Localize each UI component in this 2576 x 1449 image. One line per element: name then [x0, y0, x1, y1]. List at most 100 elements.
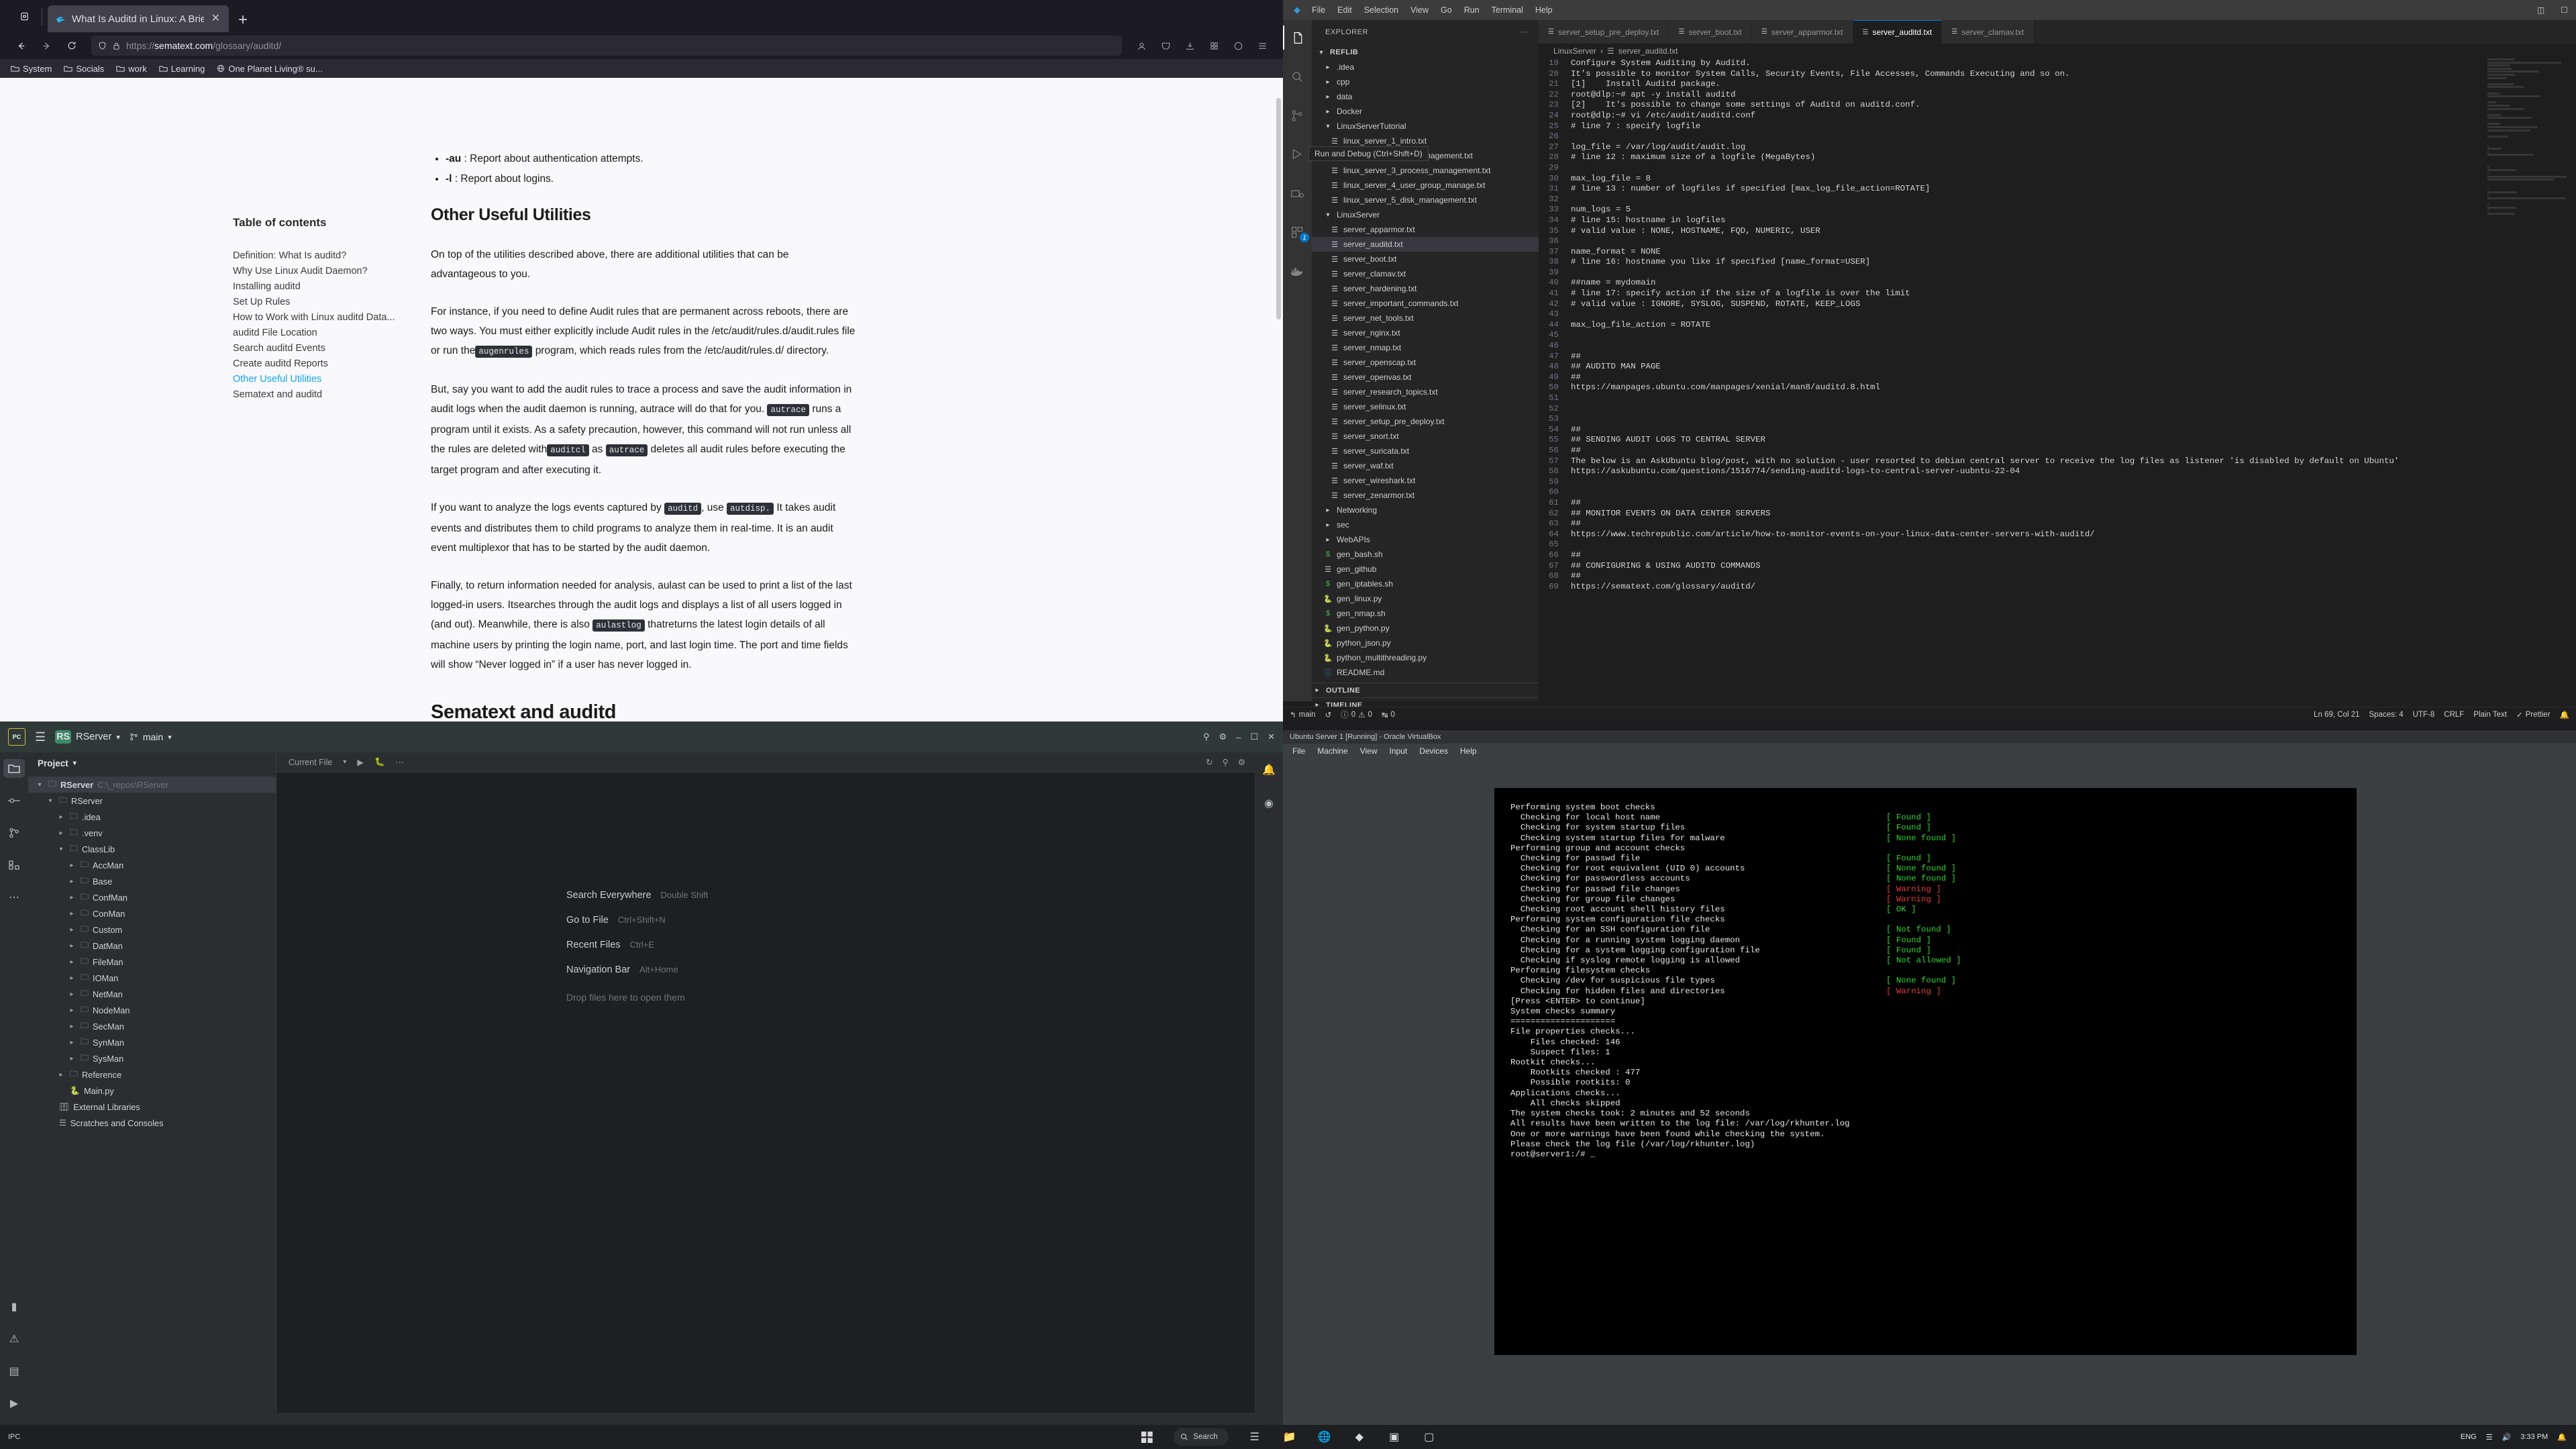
menu-view[interactable]: View [1404, 5, 1435, 15]
explorer-file-row[interactable]: ☰ server_selinux.txt [1312, 399, 1539, 414]
extensions-icon[interactable]: 1 [1283, 220, 1312, 244]
settings-icon[interactable]: ⚙ [1238, 757, 1245, 767]
docker-icon[interactable] [1283, 259, 1312, 283]
explorer-file-row[interactable]: ☰ linux_server_3_process_management.txt [1312, 163, 1539, 178]
bookmark-learning[interactable]: Learning [159, 64, 205, 74]
project-folder-row[interactable]: ▸ 🗀 FileMan [28, 954, 276, 970]
search-icon[interactable] [1283, 64, 1312, 89]
project-folder-row[interactable]: ▾ 🗀 RServer [28, 793, 276, 809]
editor-tab[interactable]: ☰ server_auditd.txt [1853, 20, 1943, 44]
menu-selection[interactable]: Selection [1358, 5, 1404, 15]
project-folder-row[interactable]: ▸ 🗀 SynMan [28, 1034, 276, 1050]
git-update-icon[interactable]: ↻ [1206, 757, 1213, 767]
branch-selector[interactable]: main ▾ [130, 732, 172, 742]
minimize-icon[interactable]: – [1236, 732, 1241, 742]
page-scrollbar[interactable] [1276, 78, 1282, 721]
explorer-file-row[interactable]: ☰ server_nmap.txt [1312, 340, 1539, 355]
explorer-file-row[interactable]: ☰ server_important_commands.txt [1312, 296, 1539, 311]
editor-scrollbar[interactable] [2567, 58, 2576, 687]
layout-icon[interactable]: ☐ [2553, 5, 2576, 15]
editor-tab[interactable]: ☰ server_boot.txt [1669, 20, 1752, 44]
search-everywhere-icon[interactable]: ⚲ [1223, 757, 1229, 767]
breadcrumb-file[interactable]: server_auditd.txt [1618, 46, 1678, 56]
vm-terminal-screen[interactable]: Performing system boot checks Checking f… [1494, 788, 2357, 1355]
pocket-icon[interactable] [1154, 36, 1177, 56]
new-tab-button[interactable]: + [229, 12, 257, 32]
code-line-text[interactable]: https://www.techrepublic.com/article/how… [1571, 530, 2095, 540]
explorer-file-row[interactable]: ☰ server_clamav.txt [1312, 266, 1539, 281]
menu-icon[interactable] [1251, 36, 1274, 56]
search-icon[interactable]: ⚲ [1203, 732, 1210, 742]
explorer-file-row[interactable]: ☰ server_snort.txt [1312, 429, 1539, 444]
project-folder-row[interactable]: ▸ 🗀 NetMan [28, 986, 276, 1002]
browser-tab-active[interactable]: What Is Auditd in Linux: A Brief ✕ [48, 5, 229, 32]
source-control-icon[interactable] [1283, 103, 1312, 128]
explorer-folder-row[interactable]: ▾ LinuxServer [1312, 207, 1539, 222]
explorer-file-row[interactable]: ☰ server_net_tools.txt [1312, 311, 1539, 326]
pycharm-taskbar-icon[interactable]: ▣ [1386, 1428, 1403, 1446]
explorer-folder-row[interactable]: ▸ sec [1312, 517, 1539, 532]
editor-tab[interactable]: ☰ server_apparmor.txt [1751, 20, 1853, 44]
explorer-file-row[interactable]: 🐍 python_multithreading.py [1312, 650, 1539, 665]
project-folder-row[interactable]: ▸ 🗀 Reference [28, 1066, 276, 1083]
toc-item-installing[interactable]: Installing auditd [233, 279, 427, 295]
vscode-taskbar-icon[interactable]: ◆ [1351, 1428, 1368, 1446]
status-cursor-position[interactable]: Ln 69, Col 21 [2314, 711, 2359, 719]
project-tool-icon[interactable] [3, 759, 25, 778]
clock[interactable]: 3:33 PM [2520, 1433, 2548, 1442]
network-icon[interactable]: ☰ [2486, 1433, 2493, 1442]
project-file-tree[interactable]: ▾ 🗀 RServer C:\_repos\RServer ▾ 🗀 RServer ▸ 🗀 .id… [28, 774, 276, 1131]
code-line-text[interactable]: https://sematext.com/glossary/auditd/ [1571, 582, 1755, 593]
extensions-icon[interactable] [1202, 36, 1225, 56]
notifications-icon[interactable]: 🔔 [1258, 760, 1280, 779]
status-branch[interactable]: ↰ main [1290, 710, 1316, 719]
commit-tool-icon[interactable] [3, 791, 25, 810]
toc-item-definition[interactable]: Definition: What Is auditd? [233, 248, 427, 264]
status-language-mode[interactable]: Plain Text [2473, 711, 2507, 719]
status-indentation[interactable]: Spaces: 4 [2369, 711, 2404, 719]
code-editor[interactable]: 19 Configure System Auditing by Auditd. 20… [1539, 58, 2576, 687]
task-view-icon[interactable]: ☰ [1246, 1428, 1264, 1446]
code-line-text[interactable]: https://manpages.ubuntu.com/manpages/xen… [1571, 383, 1880, 393]
project-folder-row[interactable]: ▸ 🗀 AccMan [28, 857, 276, 873]
volume-icon[interactable]: 🔊 [2502, 1433, 2512, 1442]
project-folder-row[interactable]: ▾ 🗀 RServer C:\_repos\RServer [28, 777, 276, 793]
toc-item-why-use[interactable]: Why Use Linux Audit Daemon? [233, 264, 427, 279]
vbox-menu-help[interactable]: Help [1460, 746, 1477, 756]
explorer-file-row[interactable]: ☰ linux_server_5_disk_management.txt [1312, 193, 1539, 207]
menu-help[interactable]: Help [1529, 5, 1559, 15]
maximize-icon[interactable]: ☐ [1250, 732, 1258, 742]
editor-tab-bar[interactable]: ☰ server_setup_pre_deploy.txt ☰ server_boot… [1539, 20, 2576, 44]
bookmark-system[interactable]: System [11, 64, 52, 74]
notifications-icon[interactable]: 🔔 [2557, 1433, 2567, 1442]
explorer-file-row[interactable]: ⓘ README.md [1312, 665, 1539, 680]
vbox-menu-devices[interactable]: Devices [1419, 746, 1448, 756]
explorer-file-row[interactable]: ☰ server_research_topics.txt [1312, 385, 1539, 399]
vbox-menu-input[interactable]: Input [1390, 746, 1408, 756]
bookmark-one-planet-living[interactable]: One Planet Living® su... [217, 64, 323, 74]
vbox-menu-machine[interactable]: Machine [1317, 746, 1347, 756]
account-circle-icon[interactable] [1227, 36, 1249, 56]
bookmark-socials[interactable]: Socials [64, 64, 104, 74]
vbox-menu-file[interactable]: File [1292, 746, 1305, 756]
project-item-row[interactable]: ☰ Scratches and Consoles [28, 1115, 276, 1131]
explorer-file-row[interactable]: ☰ server_openvas.txt [1312, 370, 1539, 385]
project-item-row[interactable]: 🐍 Main.py [28, 1083, 276, 1099]
toc-item-search-events[interactable]: Search auditd Events [233, 341, 427, 356]
explorer-folder-row[interactable]: ▸ data [1312, 89, 1539, 104]
project-folder-row[interactable]: ▸ 🗀 .venv [28, 825, 276, 841]
explorer-icon[interactable] [1283, 26, 1312, 50]
menu-run[interactable]: Run [1458, 5, 1486, 15]
explorer-file-row[interactable]: ☰ server_setup_pre_deploy.txt [1312, 414, 1539, 429]
status-bell-icon[interactable]: 🔔 [2560, 710, 2569, 719]
status-sync[interactable]: ↺ [1325, 710, 1332, 719]
project-folder-row[interactable]: ▸ 🗀 IOMan [28, 970, 276, 986]
explorer-folder-row[interactable]: ▸ .idea [1312, 60, 1539, 74]
download-icon[interactable] [1178, 36, 1201, 56]
explorer-taskbar-icon[interactable]: 📁 [1281, 1428, 1298, 1446]
explorer-file-row[interactable]: ☰ server_zenarmor.txt [1312, 488, 1539, 503]
project-folder-row[interactable]: ▸ 🗀 Base [28, 873, 276, 889]
taskbar-search[interactable]: Search [1173, 1428, 1229, 1446]
address-bar[interactable]: https://sematext.com/glossary/auditd/ [91, 36, 1122, 56]
list-all-tabs-icon[interactable] [9, 3, 39, 30]
